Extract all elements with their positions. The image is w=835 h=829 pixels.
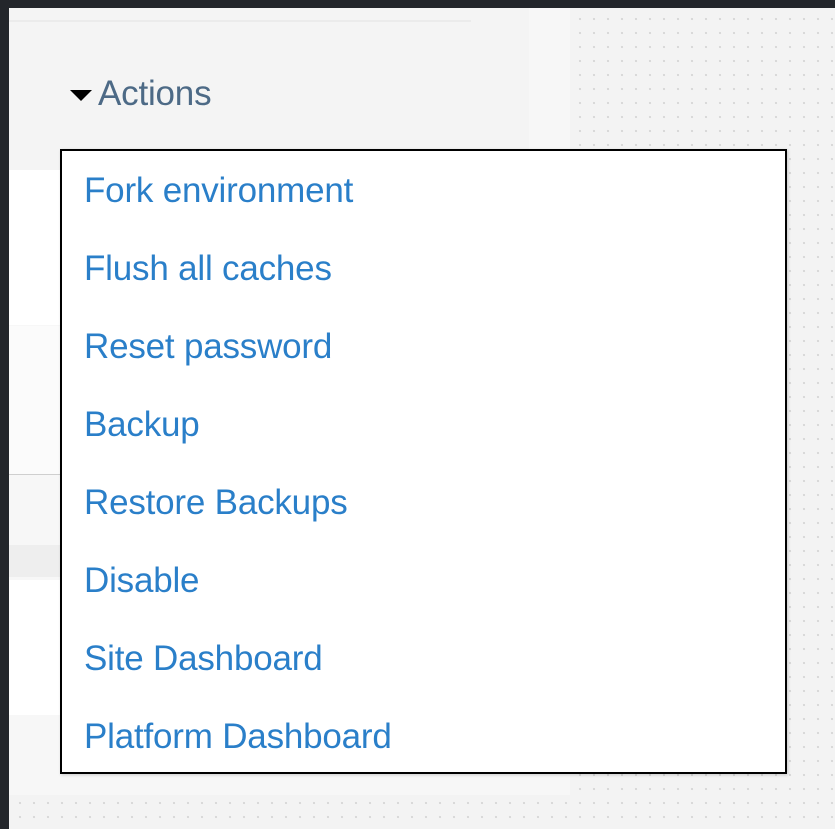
table-row (9, 580, 61, 715)
actions-dropdown-toggle[interactable]: Actions (70, 74, 212, 114)
table-row (9, 326, 61, 474)
menu-item-fork-environment[interactable]: Fork environment (84, 171, 353, 211)
panel-top-rule (9, 20, 471, 22)
menu-item-reset-password[interactable]: Reset password (84, 327, 332, 367)
menu-item-disable[interactable]: Disable (84, 561, 200, 601)
table-row (9, 170, 61, 325)
caret-down-icon (70, 89, 92, 101)
window-top-edge (0, 0, 835, 8)
menu-item-site-dashboard[interactable]: Site Dashboard (84, 639, 323, 679)
menu-item-backup[interactable]: Backup (84, 405, 200, 445)
table-row (9, 545, 61, 577)
menu-item-flush-all-caches[interactable]: Flush all caches (84, 249, 332, 289)
actions-label: Actions (98, 74, 212, 113)
row-divider (9, 474, 61, 475)
actions-dropdown-menu: Fork environment Flush all caches Reset … (60, 149, 787, 774)
menu-item-platform-dashboard[interactable]: Platform Dashboard (84, 717, 392, 757)
window-left-edge (0, 0, 9, 829)
menu-item-restore-backups[interactable]: Restore Backups (84, 483, 348, 523)
